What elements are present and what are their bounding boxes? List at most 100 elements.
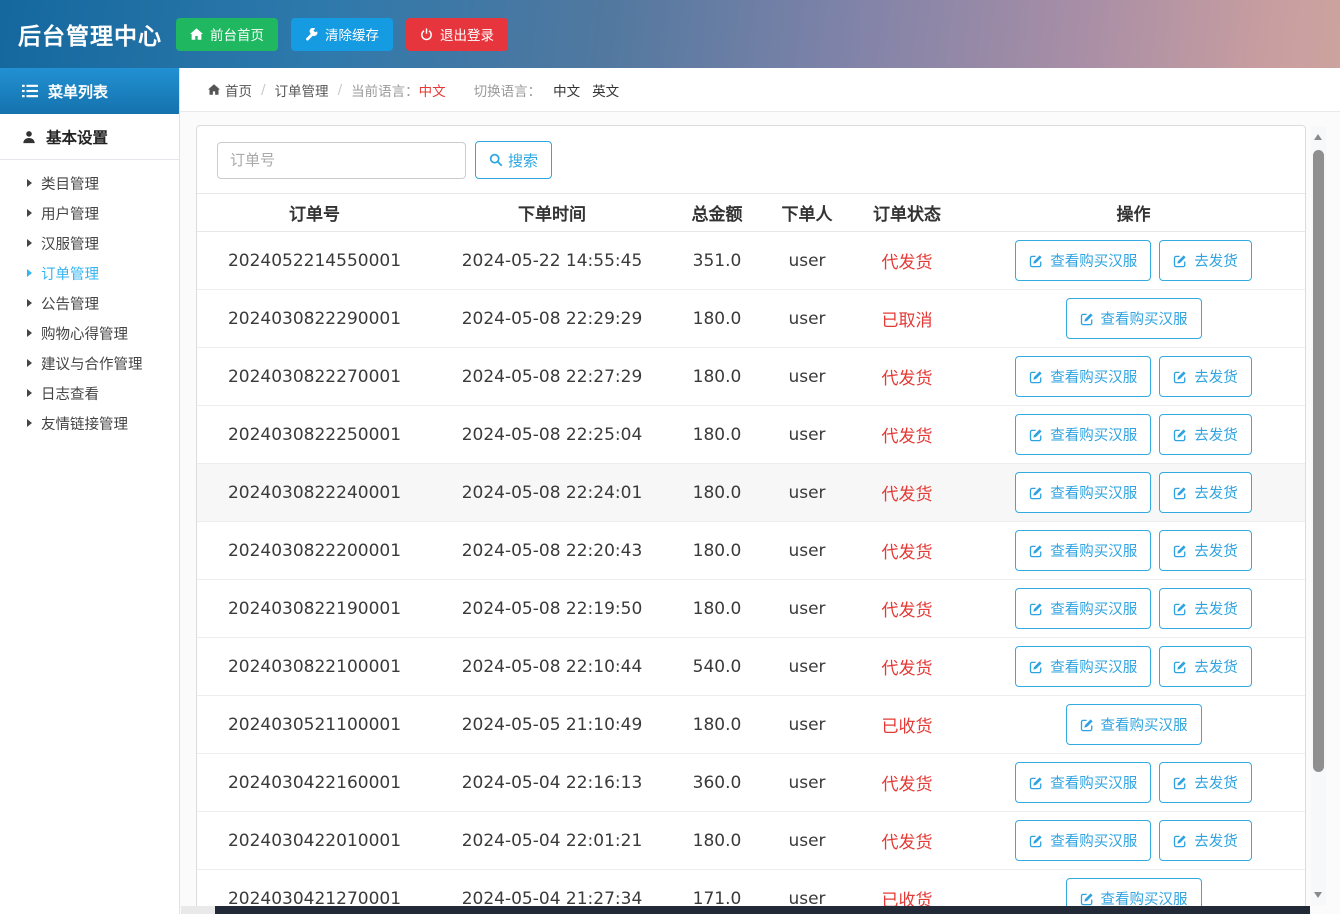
ship-order-button[interactable]: 去发货	[1159, 472, 1252, 513]
view-purchased-hanfu-button[interactable]: 查看购买汉服	[1015, 472, 1152, 513]
action-button-label: 查看购买汉服	[1050, 544, 1138, 560]
order-number-cell: 2024030521100001	[197, 695, 432, 754]
buyer-cell: user	[762, 753, 852, 812]
ship-order-button[interactable]: 去发货	[1159, 530, 1252, 571]
buyer-cell: user	[762, 289, 852, 348]
action-button-label: 去发货	[1194, 776, 1238, 792]
sidebar-section-basic-settings[interactable]: 基本设置	[0, 114, 179, 160]
edit-icon	[1080, 312, 1094, 326]
order-number-cell: 2024030822190001	[197, 579, 432, 638]
view-purchased-hanfu-button[interactable]: 查看购买汉服	[1015, 530, 1152, 571]
frontend-home-label: 前台首页	[210, 28, 264, 44]
action-button-label: 查看购买汉服	[1050, 254, 1138, 270]
sidebar-item-label: 日志查看	[41, 386, 99, 403]
view-purchased-hanfu-button[interactable]: 查看购买汉服	[1065, 704, 1202, 745]
amount-cell: 360.0	[672, 753, 762, 812]
sidebar-item-friend-links[interactable]: 友情链接管理	[0, 408, 179, 438]
scroll-down-arrow-icon[interactable]	[1314, 892, 1322, 898]
sidebar-item-category[interactable]: 类目管理	[0, 168, 179, 198]
sidebar-item-logs[interactable]: 日志查看	[0, 378, 179, 408]
buyer-cell: user	[762, 463, 852, 522]
action-button-label: 查看购买汉服	[1050, 660, 1138, 676]
language-option-english[interactable]: 英文	[592, 80, 619, 100]
breadcrumb-separator: /	[261, 81, 266, 98]
action-button-label: 去发货	[1194, 370, 1238, 386]
ship-order-button[interactable]: 去发货	[1159, 414, 1252, 455]
sidebar-item-user[interactable]: 用户管理	[0, 198, 179, 228]
vertical-scrollbar[interactable]	[1311, 126, 1326, 906]
horizontal-scrollbar-thumb[interactable]	[215, 906, 1310, 914]
view-purchased-hanfu-button[interactable]: 查看购买汉服	[1015, 240, 1152, 281]
ship-order-button[interactable]: 去发货	[1159, 762, 1252, 803]
status-cell: 代发货	[852, 405, 962, 464]
scroll-up-arrow-icon[interactable]	[1314, 134, 1322, 140]
col-buyer: 下单人	[762, 193, 852, 232]
status-cell: 代发货	[852, 231, 962, 290]
edit-icon	[1029, 370, 1043, 384]
ship-order-button[interactable]: 去发货	[1159, 588, 1252, 629]
buyer-cell: user	[762, 405, 852, 464]
order-time-cell: 2024-05-08 22:29:29	[432, 289, 672, 348]
view-purchased-hanfu-button[interactable]: 查看购买汉服	[1065, 298, 1202, 339]
order-number-search-input[interactable]	[217, 141, 466, 179]
view-purchased-hanfu-button[interactable]: 查看购买汉服	[1015, 356, 1152, 397]
ship-order-button[interactable]: 去发货	[1159, 240, 1252, 281]
sidebar-item-order[interactable]: 订单管理	[0, 258, 179, 288]
caret-right-icon	[27, 269, 32, 277]
sidebar-item-shopping-notes[interactable]: 购物心得管理	[0, 318, 179, 348]
amount-cell: 540.0	[672, 637, 762, 696]
language-option-chinese[interactable]: 中文	[553, 80, 580, 100]
order-time-cell: 2024-05-04 22:16:13	[432, 753, 672, 812]
order-time-cell: 2024-05-08 22:27:29	[432, 347, 672, 406]
wrench-icon	[305, 27, 318, 41]
horizontal-scrollbar[interactable]	[181, 906, 1310, 914]
clear-cache-button[interactable]: 清除缓存	[291, 17, 393, 51]
view-purchased-hanfu-button[interactable]: 查看购买汉服	[1015, 414, 1152, 455]
status-cell: 代发货	[852, 811, 962, 870]
edit-icon	[1029, 776, 1043, 790]
sidebar-item-suggestions[interactable]: 建议与合作管理	[0, 348, 179, 378]
search-button[interactable]: 搜索	[475, 141, 553, 179]
order-number-cell: 2024030822100001	[197, 637, 432, 696]
search-button-label: 搜索	[508, 151, 539, 170]
status-cell: 代发货	[852, 347, 962, 406]
power-icon	[420, 27, 433, 41]
actions-cell: 查看购买汉服 去发货	[962, 405, 1305, 464]
table-row: 2024030822290001 2024-05-08 22:29:29 180.0…	[197, 289, 1305, 348]
top-header-bar: 后台管理中心 前台首页 清除缓存 退出登录	[0, 0, 1340, 68]
frontend-home-button[interactable]: 前台首页	[176, 17, 278, 51]
buyer-cell: user	[762, 637, 852, 696]
sidebar-item-announcement[interactable]: 公告管理	[0, 288, 179, 318]
order-number-cell: 2024030422010001	[197, 811, 432, 870]
caret-right-icon	[27, 209, 32, 217]
edit-icon	[1080, 718, 1094, 732]
caret-right-icon	[27, 239, 32, 247]
action-button-label: 查看购买汉服	[1050, 370, 1138, 386]
buyer-cell: user	[762, 695, 852, 754]
view-purchased-hanfu-button[interactable]: 查看购买汉服	[1015, 588, 1152, 629]
amount-cell: 180.0	[672, 695, 762, 754]
caret-right-icon	[27, 359, 32, 367]
order-time-cell: 2024-05-04 22:01:21	[432, 811, 672, 870]
ship-order-button[interactable]: 去发货	[1159, 820, 1252, 861]
view-purchased-hanfu-button[interactable]: 查看购买汉服	[1015, 762, 1152, 803]
table-row: 2024030822250001 2024-05-08 22:25:04 180.0…	[197, 405, 1305, 464]
search-row: 搜索	[197, 126, 1305, 193]
sidebar-menu-title: 菜单列表	[48, 82, 109, 101]
actions-cell: 查看购买汉服 去发货	[962, 579, 1305, 638]
table-row: 2024030822240001 2024-05-08 22:24:01 180.0…	[197, 463, 1305, 522]
ship-order-button[interactable]: 去发货	[1159, 356, 1252, 397]
view-purchased-hanfu-button[interactable]: 查看购买汉服	[1015, 646, 1152, 687]
order-time-cell: 2024-05-08 22:10:44	[432, 637, 672, 696]
order-time-cell: 2024-05-08 22:20:43	[432, 521, 672, 580]
breadcrumb-home-link[interactable]: 首页	[208, 80, 252, 100]
vertical-scrollbar-thumb[interactable]	[1313, 150, 1324, 772]
amount-cell: 180.0	[672, 579, 762, 638]
view-purchased-hanfu-button[interactable]: 查看购买汉服	[1015, 820, 1152, 861]
table-row: 2024030822270001 2024-05-08 22:27:29 180.0…	[197, 347, 1305, 406]
action-button-label: 去发货	[1194, 544, 1238, 560]
amount-cell: 180.0	[672, 289, 762, 348]
ship-order-button[interactable]: 去发货	[1159, 646, 1252, 687]
logout-button[interactable]: 退出登录	[406, 17, 508, 51]
sidebar-item-hanfu[interactable]: 汉服管理	[0, 228, 179, 258]
